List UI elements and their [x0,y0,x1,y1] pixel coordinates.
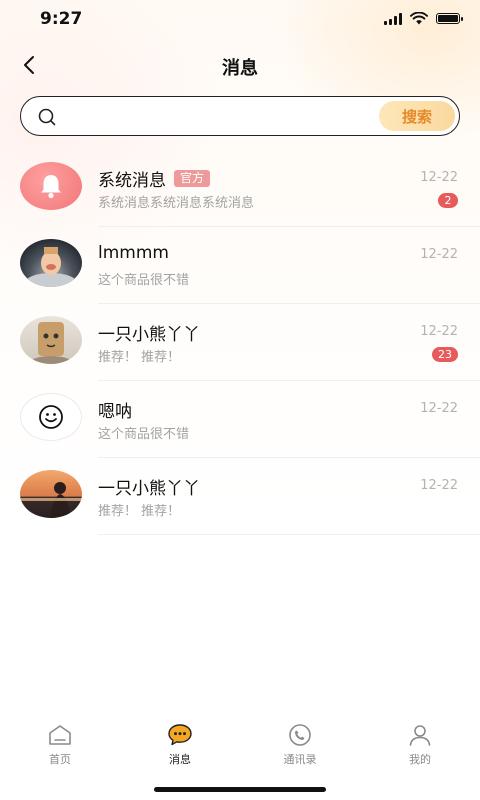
tab-home[interactable]: 首页 [0,722,120,772]
message-preview: 系统消息系统消息系统消息 [98,196,255,211]
status-icons [384,12,463,25]
battery-icon [436,13,463,24]
user-icon [406,722,434,748]
unread-badge: 23 [432,347,458,362]
tab-label: 首页 [49,753,71,766]
home-icon [46,722,74,748]
unread-badge: 2 [438,193,458,208]
avatar-photo [31,322,71,364]
name-row: 系统消息 官方 [98,166,211,191]
tab-profile[interactable]: 我的 [360,722,480,772]
search-icon [38,108,56,126]
message-preview: 这个商品很不错 [98,427,190,442]
conversation-list: 系统消息 官方 系统消息系统消息系统消息 12-22 2 lmmmm 这个商品很… [0,150,480,535]
message-time: 12-22 [420,401,458,416]
divider [98,534,480,535]
bell-icon [41,175,61,199]
user-avatar [20,470,82,518]
conversation-name: lmmmm [98,243,169,263]
conversation-item[interactable]: 嗯呐 这个商品很不错 12-22 [0,381,480,458]
message-time: 12-22 [420,247,458,262]
nav-bar: 消息 [0,44,480,88]
cellular-signal-icon [384,12,402,25]
search-button[interactable]: 搜索 [379,101,455,131]
conversation-name: 一只小熊丫丫 [98,325,200,345]
conversation-name: 一只小熊丫丫 [98,479,200,499]
tab-messages[interactable]: 消息 [120,722,240,772]
tab-contacts[interactable]: 通讯录 [240,722,360,772]
message-preview: 推荐！ 推荐！ [98,504,181,519]
user-avatar [20,239,82,287]
user-avatar [20,393,82,441]
official-badge: 官方 [174,170,211,187]
search-input[interactable] [67,103,391,131]
user-avatar [20,316,82,364]
avatar-photo [25,247,77,287]
bottom-tab-bar: 首页 消息 通讯录 我的 [0,722,480,772]
chat-icon [166,722,194,748]
name-row: 嗯呐 [98,397,132,422]
avatar-photo [20,482,82,518]
message-time: 12-22 [420,324,458,339]
search-bar: 搜索 [20,96,460,136]
page-title: 消息 [222,58,258,79]
tab-label: 通讯录 [283,753,317,766]
home-indicator [154,787,326,792]
message-time: 12-22 [420,478,458,493]
conversation-name: 系统消息 [98,171,166,191]
phone-icon [286,722,314,748]
status-bar: 9:27 [0,0,480,40]
conversation-item[interactable]: 一只小熊丫丫 推荐！ 推荐！ 12-22 [0,458,480,535]
status-time: 9:27 [40,9,83,29]
system-notification-avatar [20,162,82,210]
conversation-item[interactable]: 系统消息 官方 系统消息系统消息系统消息 12-22 2 [0,150,480,227]
tab-label: 我的 [409,753,431,766]
tab-label: 消息 [169,753,191,766]
message-time: 12-22 [420,170,458,185]
name-row: lmmmm [98,243,169,263]
message-preview: 推荐！ 推荐！ [98,350,181,365]
smiley-icon [39,405,63,429]
name-row: 一只小熊丫丫 [98,320,200,345]
conversation-item[interactable]: 一只小熊丫丫 推荐！ 推荐！ 12-22 23 [0,304,480,381]
wifi-icon [410,12,428,25]
conversation-name: 嗯呐 [98,402,132,422]
message-preview: 这个商品很不错 [98,273,190,288]
name-row: 一只小熊丫丫 [98,474,200,499]
conversation-item[interactable]: lmmmm 这个商品很不错 12-22 [0,227,480,304]
